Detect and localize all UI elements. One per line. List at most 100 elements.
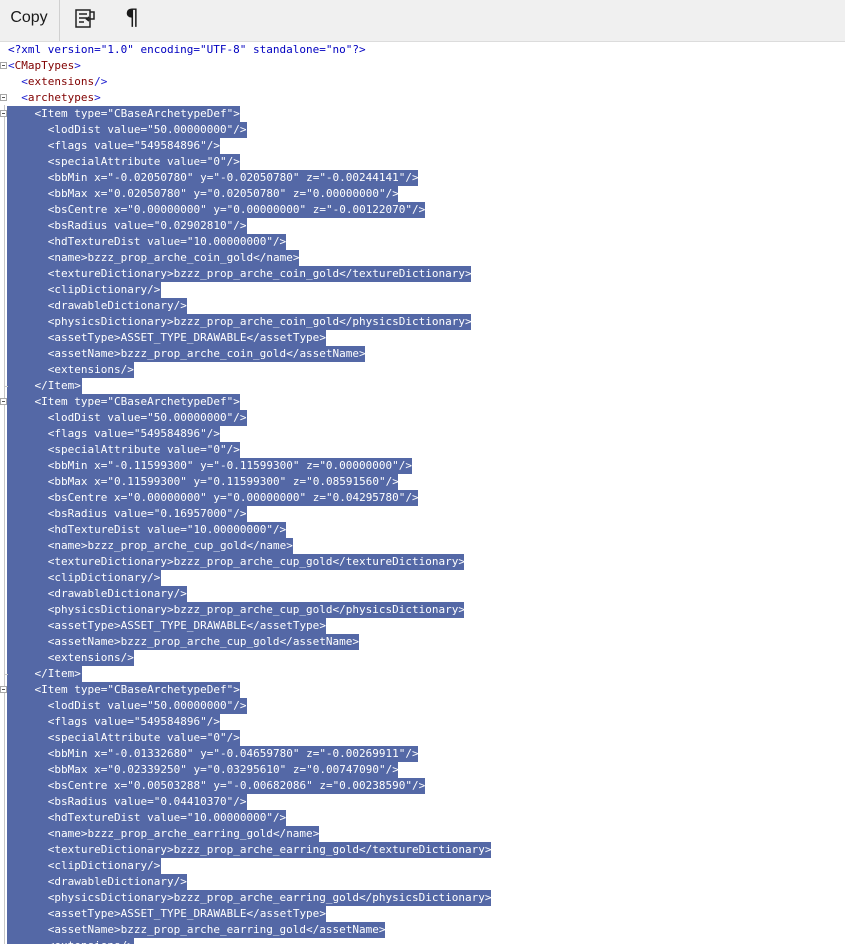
xml-line-text: <bbMax x="0.11599300" y="0.11599300" z="… (47, 475, 399, 488)
xml-line: <bsCentre x="0.00503288" y="-0.00682086"… (0, 778, 845, 794)
collapse-toggle-icon[interactable] (0, 94, 7, 101)
xml-line-text: <extensions/> (47, 651, 134, 664)
xml-line: <physicsDictionary>bzzz_prop_arche_earri… (0, 890, 845, 906)
xml-line: <extensions/> (0, 74, 845, 90)
xml-line: <hdTextureDist value="10.00000000"/> (0, 810, 845, 826)
xml-line-text: <lodDist value="50.00000000"/> (47, 411, 247, 424)
xml-line-text: <bbMin x="-0.02050780" y="-0.02050780" z… (47, 171, 419, 184)
xml-line-text: <bsRadius value="0.04410370"/> (47, 795, 247, 808)
xml-line-text: <clipDictionary/> (47, 571, 161, 584)
collapse-toggle-icon[interactable] (0, 686, 7, 693)
xml-line: <clipDictionary/> (0, 282, 845, 298)
xml-line: <flags value="549584896"/> (0, 138, 845, 154)
xml-line-text: <textureDictionary>bzzz_prop_arche_coin_… (47, 267, 472, 280)
copy-button[interactable]: Copy (0, 0, 58, 36)
xml-line-text: <bsCentre x="0.00000000" y="0.00000000" … (47, 203, 426, 216)
xml-line-text: <Item type="CBaseArchetypeDef"> (34, 107, 240, 120)
xml-line-text: <extensions/> (8, 938, 134, 944)
xml-line-text: <physicsDictionary>bzzz_prop_arche_cup_g… (47, 603, 466, 616)
xml-line-text: <clipDictionary/> (47, 283, 161, 296)
xml-line: </Item> (0, 666, 845, 682)
show-formatting-button[interactable]: ¶ (118, 0, 146, 36)
xml-line-text: <bsCentre x="0.00503288" y="-0.00682086"… (47, 779, 426, 792)
xml-line-text: <specialAttribute value="0"/> (47, 443, 240, 456)
xml-line: <textureDictionary>bzzz_prop_arche_cup_g… (0, 554, 845, 570)
xml-line: <hdTextureDist value="10.00000000"/> (0, 522, 845, 538)
xml-line-text: <bsCentre x="0.00000000" y="0.00000000" … (47, 491, 419, 504)
xml-line: <lodDist value="50.00000000"/> (0, 410, 845, 426)
xml-line: <Item type="CBaseArchetypeDef"> (0, 394, 845, 410)
xml-line-text: <flags value="549584896"/> (47, 139, 220, 152)
xml-line: <bsRadius value="0.04410370"/> (0, 794, 845, 810)
xml-line-text: <name>bzzz_prop_arche_earring_gold</name… (47, 827, 320, 840)
toolbar-separator (59, 0, 60, 41)
xml-line-text: <drawableDictionary/> (47, 875, 187, 888)
xml-line-text: <textureDictionary>bzzz_prop_arche_earri… (47, 843, 492, 856)
xml-line-text: <drawableDictionary/> (47, 587, 187, 600)
xml-line: <physicsDictionary>bzzz_prop_arche_cup_g… (0, 602, 845, 618)
xml-line: <hdTextureDist value="10.00000000"/> (0, 234, 845, 250)
pilcrow-icon: ¶ (125, 5, 139, 31)
xml-line-text: <hdTextureDist value="10.00000000"/> (47, 811, 287, 824)
word-wrap-icon (75, 9, 95, 28)
xml-line: <drawableDictionary/> (0, 874, 845, 890)
xml-line-text: <name>bzzz_prop_arche_cup_gold</name> (47, 539, 293, 552)
xml-line-text: <lodDist value="50.00000000"/> (47, 123, 247, 136)
xml-line-text: </Item> (34, 379, 81, 392)
xml-line-text: <assetType>ASSET_TYPE_DRAWABLE</assetTyp… (47, 907, 326, 920)
xml-line: <flags value="549584896"/> (0, 426, 845, 442)
xml-line: <name>bzzz_prop_arche_cup_gold</name> (0, 538, 845, 554)
xml-line: <bsCentre x="0.00000000" y="0.00000000" … (0, 490, 845, 506)
collapse-toggle-icon[interactable] (0, 110, 7, 117)
xml-line: <assetName>bzzz_prop_arche_earring_gold<… (0, 922, 845, 938)
xml-line: <bsRadius value="0.16957000"/> (0, 506, 845, 522)
xml-line: <bbMin x="-0.02050780" y="-0.02050780" z… (0, 170, 845, 186)
xml-line-text: <bbMax x="0.02339250" y="0.03295610" z="… (47, 763, 399, 776)
xml-viewer[interactable]: <?xml version="1.0" encoding="UTF-8" sta… (0, 41, 845, 944)
xml-line-text: <name>bzzz_prop_arche_coin_gold</name> (47, 251, 300, 264)
xml-line-text: <assetName>bzzz_prop_arche_cup_gold</ass… (47, 635, 360, 648)
xml-line: <extensions/> (0, 362, 845, 378)
xml-line: <assetName>bzzz_prop_arche_cup_gold</ass… (0, 634, 845, 650)
word-wrap-button[interactable] (70, 0, 100, 36)
xml-line-text: <assetType>ASSET_TYPE_DRAWABLE</assetTyp… (47, 619, 326, 632)
collapse-toggle-icon[interactable] (0, 398, 7, 405)
collapse-toggle-icon[interactable] (0, 62, 7, 69)
xml-line: <bsCentre x="0.00000000" y="0.00000000" … (0, 202, 845, 218)
xml-line: <bsRadius value="0.02902810"/> (0, 218, 845, 234)
xml-line-text: <archetypes> (21, 91, 101, 104)
xml-line: <Item type="CBaseArchetypeDef"> (0, 106, 845, 122)
xml-line: <flags value="549584896"/> (0, 714, 845, 730)
xml-line-text: <Item type="CBaseArchetypeDef"> (34, 395, 240, 408)
xml-line: <extensions/> (0, 650, 845, 666)
xml-line: <assetName>bzzz_prop_arche_coin_gold</as… (0, 346, 845, 362)
xml-line: <?xml version="1.0" encoding="UTF-8" sta… (0, 42, 845, 58)
xml-line: <assetType>ASSET_TYPE_DRAWABLE</assetTyp… (0, 618, 845, 634)
xml-line-text: <flags value="549584896"/> (47, 715, 220, 728)
xml-line: <drawableDictionary/> (0, 298, 845, 314)
xml-line: <archetypes> (0, 90, 845, 106)
xml-line: <CMapTypes> (0, 58, 845, 74)
xml-line-text: </Item> (34, 667, 81, 680)
xml-line-text: <textureDictionary>bzzz_prop_arche_cup_g… (47, 555, 466, 568)
xml-line: <lodDist value="50.00000000"/> (0, 698, 845, 714)
xml-line-text: <assetName>bzzz_prop_arche_earring_gold<… (47, 923, 386, 936)
xml-line-text: <physicsDictionary>bzzz_prop_arche_coin_… (47, 315, 472, 328)
xml-line: <name>bzzz_prop_arche_earring_gold</name… (0, 826, 845, 842)
xml-line-text: <clipDictionary/> (47, 859, 161, 872)
xml-line-text: <specialAttribute value="0"/> (47, 155, 240, 168)
xml-line-text: <specialAttribute value="0"/> (47, 731, 240, 744)
xml-line-text: <bbMax x="0.02050780" y="0.02050780" z="… (47, 187, 399, 200)
xml-line-text: <?xml version="1.0" encoding="UTF-8" sta… (8, 43, 366, 56)
xml-line-text: <bsRadius value="0.16957000"/> (47, 507, 247, 520)
xml-line-text: <drawableDictionary/> (47, 299, 187, 312)
xml-line: <physicsDictionary>bzzz_prop_arche_coin_… (0, 314, 845, 330)
xml-line: <assetType>ASSET_TYPE_DRAWABLE</assetTyp… (0, 906, 845, 922)
xml-line: <assetType>ASSET_TYPE_DRAWABLE</assetTyp… (0, 330, 845, 346)
xml-line: <bbMax x="0.02050780" y="0.02050780" z="… (0, 186, 845, 202)
xml-line: <specialAttribute value="0"/> (0, 730, 845, 746)
xml-line-text: <extensions/> (47, 363, 134, 376)
xml-line-text: <extensions/> (21, 75, 108, 88)
xml-line-text: <assetType>ASSET_TYPE_DRAWABLE</assetTyp… (47, 331, 326, 344)
xml-line: <drawableDictionary/> (0, 586, 845, 602)
